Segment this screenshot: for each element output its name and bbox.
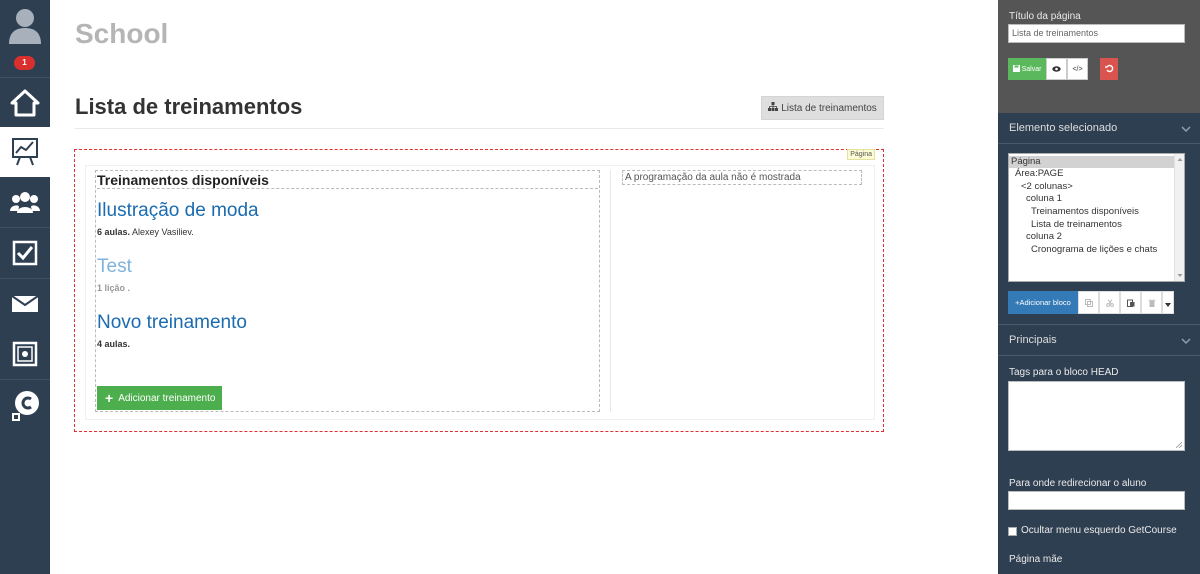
heading-divider (75, 128, 884, 129)
list-trainings-button[interactable]: Lista de treinamentos (761, 96, 884, 120)
copy-icon (1084, 294, 1093, 312)
head-tags-label: Tags para o bloco HEAD (1009, 367, 1119, 378)
user-avatar-icon[interactable] (0, 0, 50, 50)
tree-item[interactable]: Área:PAGE (1015, 168, 1063, 180)
principal-section-title: Principais (1009, 334, 1057, 346)
checkbox-icon[interactable] (0, 228, 50, 278)
available-trainings-title: Treinamentos disponíveis (97, 172, 598, 189)
page-canvas[interactable]: Página Treinamentos disponíveis Ilustraç… (74, 149, 884, 432)
chart-board-icon[interactable] (0, 127, 50, 177)
more-options-dropdown[interactable] (1162, 291, 1174, 314)
trash-icon (1148, 294, 1156, 312)
head-tags-textarea[interactable] (1008, 381, 1185, 451)
tree-item[interactable]: Página (1011, 156, 1041, 168)
cut-block-button[interactable] (1099, 291, 1120, 314)
training-meta: 6 aulas. Alexey Vasiliev. (97, 227, 194, 237)
column-1[interactable]: Treinamentos disponíveis Ilustração de m… (95, 170, 600, 412)
plus-icon: + (105, 390, 114, 406)
floppy-icon (1012, 64, 1020, 74)
page-title-label: Título da página (1009, 11, 1081, 22)
add-training-button[interactable]: + Adicionar treinamento (97, 386, 222, 410)
notification-badge[interactable]: 1 (14, 56, 35, 70)
caret-down-icon (1165, 294, 1171, 312)
training-title-link[interactable]: Ilustração de moda (97, 200, 259, 222)
training-meta: 4 aulas. (97, 339, 131, 349)
training-meta: 1 lição . (97, 283, 131, 293)
tree-item[interactable]: Treinamentos disponíveis (1031, 206, 1139, 218)
code-icon: </> (1072, 65, 1083, 73)
safe-icon[interactable] (0, 329, 50, 379)
hide-menu-label: Ocultar menu esquerdo GetCourse (1021, 525, 1177, 536)
tree-scrollbar[interactable] (1174, 154, 1184, 281)
element-tree[interactable]: Página Área:PAGE <2 colunas> coluna 1 Tr… (1008, 153, 1185, 282)
mail-icon[interactable] (0, 279, 50, 329)
save-label: Salvar (1021, 65, 1042, 73)
left-sidebar: 1 (0, 0, 50, 574)
hide-menu-checkbox[interactable] (1008, 527, 1017, 536)
eye-icon (1052, 65, 1061, 74)
school-title: School (75, 18, 169, 49)
save-button[interactable]: Salvar (1008, 58, 1046, 80)
paste-icon (1126, 294, 1135, 312)
home-icon[interactable] (0, 79, 50, 127)
sitemap-icon (768, 102, 779, 114)
code-button[interactable]: </> (1067, 58, 1088, 80)
add-training-label: Adicionar treinamento (118, 392, 216, 404)
tree-item[interactable]: coluna 2 (1026, 231, 1062, 243)
chevron-down-icon[interactable] (1181, 332, 1191, 345)
redirect-label: Para onde redirecionar o aluno (1009, 478, 1147, 489)
tree-item[interactable]: Cronograma de lições e chats (1031, 244, 1157, 256)
tree-item[interactable]: <2 colunas> (1021, 181, 1073, 193)
page-heading: Lista de treinamentos (75, 94, 303, 119)
add-block-button[interactable]: +Adicionar bloco (1008, 291, 1078, 314)
revert-button[interactable] (1100, 58, 1118, 80)
tree-item[interactable]: Lista de treinamentos (1031, 219, 1122, 231)
selected-element-title: Elemento selecionado (1009, 122, 1118, 134)
delete-block-button[interactable] (1141, 291, 1162, 314)
tree-item[interactable]: coluna 1 (1026, 193, 1062, 205)
editor-panel: Título da página Lista de treinamentos S… (998, 0, 1200, 574)
training-title-link[interactable]: Novo treinamento (97, 312, 247, 334)
paste-block-button[interactable] (1120, 291, 1141, 314)
schedule-note[interactable]: A programação da aula não é mostrada (622, 170, 862, 185)
scissors-icon (1105, 294, 1114, 312)
page-label: Página (847, 149, 875, 160)
duplicate-block-button[interactable] (1078, 291, 1099, 314)
training-title-link[interactable]: Test (97, 256, 132, 278)
parent-page-label: Página mãe (1009, 554, 1063, 565)
chevron-down-icon[interactable] (1181, 120, 1191, 133)
users-icon[interactable] (0, 177, 50, 227)
redirect-input[interactable] (1008, 491, 1185, 510)
preview-button[interactable] (1046, 58, 1067, 80)
column-divider (610, 170, 611, 412)
list-trainings-button-label: Lista de treinamentos (781, 102, 877, 114)
undo-icon (1104, 60, 1114, 78)
chat-icon[interactable] (0, 380, 50, 430)
page-title-input[interactable]: Lista de treinamentos (1008, 24, 1185, 43)
